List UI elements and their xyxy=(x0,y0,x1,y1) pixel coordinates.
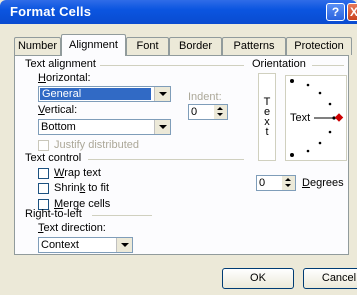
orientation-group-title: Orientation xyxy=(252,58,306,70)
vertical-text-button[interactable]: T e x t xyxy=(258,73,276,161)
title-bar[interactable]: Format Cells ? X xyxy=(0,0,357,24)
text-direction-label: Text direction: xyxy=(38,222,106,234)
indent-label: Indent: xyxy=(188,91,222,103)
vertical-select[interactable]: Bottom xyxy=(38,119,171,135)
format-cells-dialog: Format Cells ? X Number Alignment Font B… xyxy=(0,0,357,295)
tab-patterns[interactable]: Patterns xyxy=(222,37,286,55)
indent-value: 0 xyxy=(191,106,198,118)
tab-number[interactable]: Number xyxy=(14,37,61,55)
chevron-down-icon[interactable] xyxy=(116,238,132,252)
tab-border[interactable]: Border xyxy=(169,37,222,55)
cancel-button[interactable]: Cancel xyxy=(303,268,357,289)
wrap-text-checkbox[interactable] xyxy=(38,168,49,179)
ok-button[interactable]: OK xyxy=(222,268,294,289)
dialog-title: Format Cells xyxy=(10,4,92,19)
horizontal-label: Horizontal: xyxy=(38,72,91,84)
tab-alignment[interactable]: Alignment xyxy=(61,34,126,56)
horizontal-select[interactable]: General xyxy=(38,86,171,102)
vertical-text-letter: t xyxy=(265,126,269,138)
justify-distributed-checkbox[interactable] xyxy=(38,140,49,151)
dial-text-label: Text xyxy=(290,112,311,124)
shrink-to-fit-checkbox[interactable] xyxy=(38,183,49,194)
chevron-down-icon[interactable] xyxy=(154,120,170,134)
close-button[interactable]: X xyxy=(347,3,357,21)
help-button[interactable]: ? xyxy=(326,3,345,21)
tab-font[interactable]: Font xyxy=(126,37,169,55)
spin-up-icon[interactable] xyxy=(214,105,227,112)
justify-distributed-label: Justify distributed xyxy=(54,139,139,151)
dial-handle-icon[interactable] xyxy=(334,113,344,122)
orientation-dial[interactable]: Text xyxy=(285,75,347,161)
text-alignment-divider xyxy=(100,65,244,66)
degrees-value: 0 xyxy=(259,177,266,189)
spin-down-icon[interactable] xyxy=(214,112,227,119)
spin-up-icon[interactable] xyxy=(282,176,295,183)
vertical-value: Bottom xyxy=(41,121,76,133)
text-control-group-title: Text control xyxy=(25,152,82,164)
orientation-divider xyxy=(312,65,344,66)
text-control-divider xyxy=(88,159,244,160)
indent-spin-buttons[interactable] xyxy=(214,105,227,119)
degrees-spin-buttons[interactable] xyxy=(282,176,295,190)
degrees-label: Degrees xyxy=(302,177,344,189)
text-alignment-group-title: Text alignment xyxy=(25,58,96,70)
text-direction-select[interactable]: Context xyxy=(38,237,133,253)
horizontal-value: General xyxy=(40,88,151,100)
chevron-down-icon[interactable] xyxy=(154,87,170,101)
spin-down-icon[interactable] xyxy=(282,183,295,190)
tab-protection[interactable]: Protection xyxy=(286,37,352,55)
shrink-to-fit-label: Shrink to fit xyxy=(54,182,110,194)
right-to-left-group-title: Right-to-left xyxy=(25,208,82,220)
vertical-label: Vertical: xyxy=(38,104,78,116)
text-direction-value: Context xyxy=(41,239,79,251)
degrees-spinner[interactable]: 0 xyxy=(256,175,296,191)
right-to-left-divider xyxy=(92,215,152,216)
indent-spinner[interactable]: 0 xyxy=(188,104,228,120)
wrap-text-label: Wrap text xyxy=(54,167,101,179)
